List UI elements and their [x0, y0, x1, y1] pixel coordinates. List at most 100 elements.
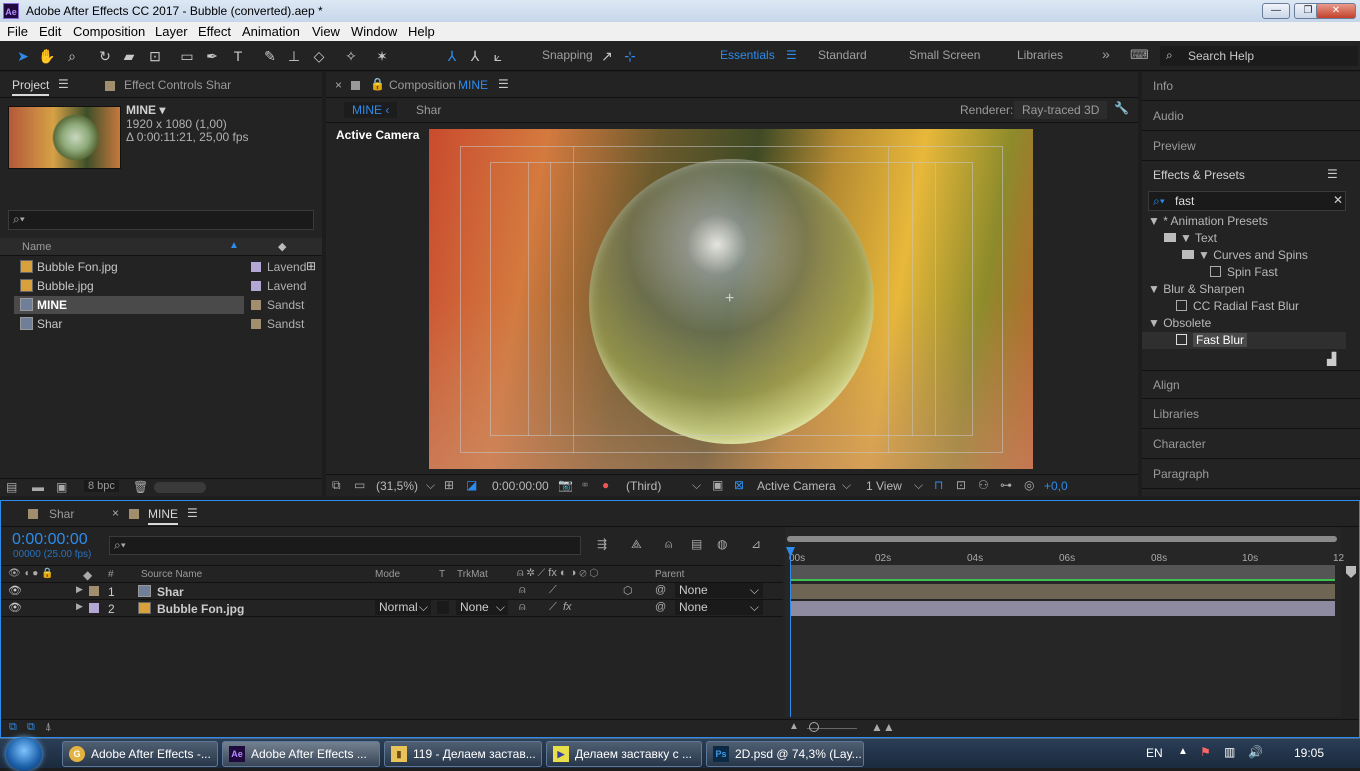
timeline-menu-icon[interactable]: ☰: [187, 506, 198, 520]
local-axis-icon[interactable]: ⅄: [443, 47, 461, 65]
column-source-name[interactable]: Source Name: [141, 569, 202, 580]
label-swatch[interactable]: [251, 319, 261, 329]
project-search-input[interactable]: ⌕▾: [8, 210, 314, 230]
timeline-current-time[interactable]: 0:00:00:00: [12, 531, 88, 549]
layer-label-swatch[interactable]: [89, 586, 99, 596]
color-depth-button[interactable]: 8 bpc: [84, 480, 119, 492]
menu-file[interactable]: File: [7, 24, 28, 39]
reset-exposure-icon[interactable]: ◎: [1024, 478, 1034, 492]
taskbar-item[interactable]: G Adobe After Effects -...: [62, 741, 218, 767]
tab-timeline-shar[interactable]: Shar: [49, 507, 74, 521]
frame-blending-icon[interactable]: ▤: [691, 537, 702, 551]
taskbar-item-active[interactable]: Ae Adobe After Effects ...: [222, 741, 380, 767]
taskbar-item[interactable]: Ps 2D.psd @ 74,3% (Lay...: [706, 741, 864, 767]
tree-item-obsolete[interactable]: ▼ Obsolete: [1148, 316, 1211, 330]
label-swatch[interactable]: [251, 300, 261, 310]
network-icon[interactable]: ▥: [1224, 745, 1235, 759]
layer-duration-bar-shar[interactable]: [791, 584, 1335, 599]
resolution-dropdown[interactable]: (Third): [626, 479, 661, 493]
clear-search-icon[interactable]: ✕: [1333, 193, 1343, 207]
close-tab-icon[interactable]: ×: [112, 506, 119, 520]
column-t[interactable]: T: [439, 569, 445, 580]
layer-duration-bar-bubble-fon[interactable]: [791, 601, 1335, 616]
tab-composition-prefix[interactable]: Composition: [389, 78, 456, 92]
taskbar-item[interactable]: ▶ Делаем заставку с ...: [546, 741, 702, 767]
parent-pickwhip-icon[interactable]: @: [655, 601, 666, 613]
timeline-layer-row[interactable]: 👁 ▶ 1 Shar ⍝ ⟋ ⬡ @ None ⌵: [1, 583, 783, 600]
tab-composition-name[interactable]: MINE: [458, 78, 488, 92]
tree-item-spin-fast[interactable]: Spin Fast: [1210, 265, 1278, 279]
menu-composition[interactable]: Composition: [73, 24, 145, 39]
zoom-slider-thumb[interactable]: [809, 722, 819, 732]
taskbar-item[interactable]: ▮ 119 - Делаем застав...: [384, 741, 542, 767]
column-mode[interactable]: Mode: [375, 569, 400, 580]
layer-switches-toggle-icon[interactable]: ⧉: [9, 721, 17, 734]
zoom-out-icon[interactable]: ▲: [789, 721, 799, 732]
eraser-tool-icon[interactable]: ◇: [310, 47, 328, 65]
menu-effect[interactable]: Effect: [198, 24, 231, 39]
column-parent[interactable]: Parent: [655, 569, 684, 580]
start-button-icon[interactable]: [6, 737, 42, 771]
tab-project[interactable]: Project: [12, 78, 50, 96]
wrench-icon[interactable]: 🔧: [1114, 101, 1129, 115]
close-button[interactable]: ✕: [1316, 3, 1356, 19]
tree-item-animation-presets[interactable]: ▼ * Animation Presets: [1148, 214, 1268, 228]
parent-pickwhip-icon[interactable]: @: [655, 584, 666, 596]
project-menu-icon[interactable]: ☰: [58, 77, 69, 91]
align-panel-header[interactable]: Align: [1142, 370, 1360, 399]
graph-editor-icon[interactable]: ⊿: [751, 537, 761, 551]
draft-3d-icon[interactable]: ⟁: [631, 537, 642, 552]
camera-tool-icon[interactable]: ▰: [120, 47, 138, 65]
fit-icon[interactable]: ⊞: [444, 478, 454, 492]
zoom-tool-icon[interactable]: ⌕: [63, 47, 81, 65]
column-number[interactable]: #: [108, 569, 114, 580]
in-out-toggle-icon[interactable]: ⍋: [45, 721, 52, 734]
libraries-panel-header[interactable]: Libraries: [1142, 400, 1360, 429]
visibility-eye-icon[interactable]: 👁: [8, 601, 22, 614]
tree-item-text[interactable]: ▼ Text: [1164, 231, 1217, 245]
puppet-tool-icon[interactable]: ✶: [373, 47, 391, 65]
timeline-icon[interactable]: ⚇: [978, 478, 989, 492]
snapshot-icon[interactable]: 📷: [558, 478, 573, 492]
visibility-eye-icon[interactable]: 👁: [8, 584, 22, 597]
effects-presets-title[interactable]: Effects & Presets: [1153, 168, 1245, 182]
new-folder-icon[interactable]: ▬: [32, 480, 44, 494]
new-composition-icon[interactable]: ▣: [56, 480, 67, 494]
flowchart-icon[interactable]: ⊶: [1000, 478, 1012, 492]
view-layout-dropdown[interactable]: 1 View: [866, 479, 902, 493]
workspace-menu-icon[interactable]: ☰: [786, 48, 797, 62]
clone-stamp-tool-icon[interactable]: ⊥: [285, 47, 303, 65]
menu-help[interactable]: Help: [408, 24, 435, 39]
expand-arrow-icon[interactable]: ▶: [76, 584, 83, 595]
tab-effect-controls[interactable]: Effect Controls Shar: [124, 78, 231, 92]
tab-timeline-mine[interactable]: MINE: [148, 507, 178, 525]
toggle-pixel-aspect-icon[interactable]: ⊓: [934, 478, 943, 492]
breadcrumb-shar[interactable]: Shar: [416, 103, 441, 117]
world-axis-icon[interactable]: ⅄: [466, 47, 484, 65]
menu-view[interactable]: View: [312, 24, 340, 39]
effects-search-field[interactable]: ⌕▾ fast ✕: [1148, 191, 1346, 211]
timeline-layer-row[interactable]: 👁 ▶ 2 Bubble Fon.jpg Normal ⌵ None ⌵ ⍝ ⟋ f…: [1, 600, 783, 617]
monitor-icon[interactable]: ▭: [354, 478, 365, 492]
tree-item-fast-blur[interactable]: Fast Blur: [1176, 333, 1248, 347]
delete-icon[interactable]: 🗑: [133, 480, 148, 494]
keyboard-shortcut-icon[interactable]: ⌨: [1130, 47, 1149, 63]
workspace-overflow-icon[interactable]: »: [1102, 46, 1110, 62]
workspace-essentials[interactable]: Essentials: [720, 48, 775, 62]
hand-tool-icon[interactable]: ✋: [38, 47, 56, 65]
time-navigator[interactable]: [791, 565, 1335, 579]
quality-switch-icon[interactable]: ⟋: [549, 601, 557, 614]
layer-name[interactable]: Shar: [157, 585, 184, 599]
pen-tool-icon[interactable]: ✒: [203, 47, 221, 65]
track-matte-dropdown[interactable]: None ⌵: [456, 600, 508, 615]
chevron-down-icon[interactable]: ⌵: [692, 478, 701, 493]
fast-previews-icon[interactable]: ⊡: [956, 478, 966, 492]
volume-icon[interactable]: 🔊: [1248, 745, 1263, 759]
parent-dropdown[interactable]: None ⌵: [675, 600, 763, 615]
timeline-search-input[interactable]: ⌕▾: [109, 536, 581, 555]
snap-feature-icon[interactable]: ⊹: [621, 47, 639, 65]
transparency-grid-icon[interactable]: ⊠: [734, 478, 744, 492]
renderer-button[interactable]: Ray-traced 3D: [1014, 101, 1108, 119]
comp-mini-flowchart-icon[interactable]: ⇶: [597, 537, 607, 551]
menu-edit[interactable]: Edit: [39, 24, 61, 39]
